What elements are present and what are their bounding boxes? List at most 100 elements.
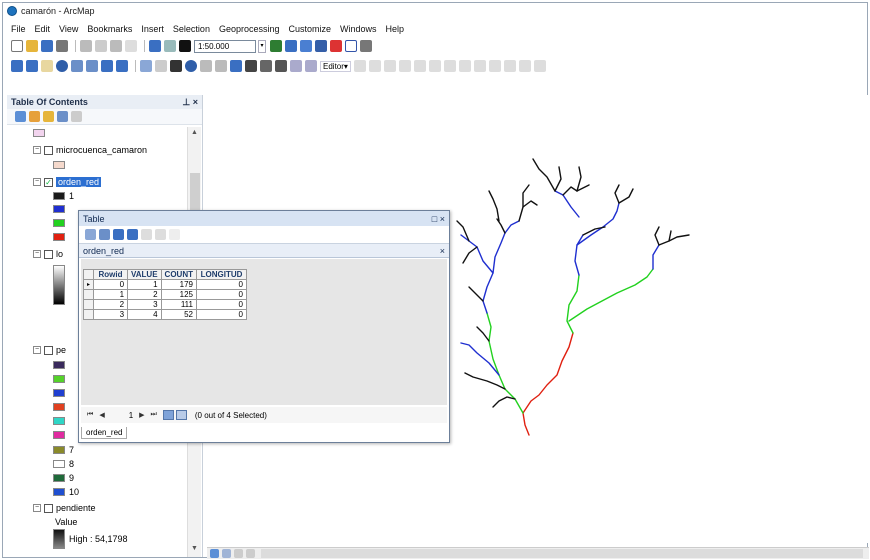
layer-visibility-checkbox[interactable]: ✓ (44, 177, 53, 187)
cell-rowid[interactable]: 0 (93, 279, 129, 290)
row-selector[interactable] (82, 289, 95, 300)
list-by-source-icon[interactable] (29, 111, 40, 122)
zoom-to-selected-icon[interactable] (155, 229, 166, 240)
cell-value[interactable]: 4 (127, 309, 162, 320)
collapse-icon[interactable]: − (33, 504, 41, 512)
table-options-icon[interactable] (85, 229, 96, 240)
cell-longitud[interactable]: 0 (196, 299, 247, 310)
undo-icon[interactable] (149, 40, 161, 52)
last-record-icon[interactable]: ⏭ (151, 411, 157, 419)
new-document-icon[interactable] (11, 40, 23, 52)
layer-orden-red[interactable]: − ✓ orden_red (33, 177, 102, 187)
menu-customize[interactable]: Customize (289, 24, 332, 34)
table-footer-tab[interactable]: orden_red (81, 427, 128, 439)
show-all-records-icon[interactable] (162, 410, 174, 420)
go-to-xy-icon[interactable] (275, 60, 287, 72)
paste-icon[interactable] (110, 40, 122, 52)
collapse-icon[interactable]: − (33, 146, 41, 154)
table-of-contents-icon[interactable] (285, 40, 297, 52)
layer-name[interactable]: pe (56, 345, 66, 355)
clear-selection-icon[interactable] (141, 229, 152, 240)
map-scale-input[interactable]: 1:50.000 (194, 39, 256, 53)
html-popup-icon[interactable] (215, 60, 227, 72)
scroll-up-icon[interactable]: ▲ (191, 129, 198, 136)
straight-segment-icon[interactable] (383, 60, 396, 72)
back-extent-icon[interactable] (101, 60, 113, 72)
menu-geoprocessing[interactable]: Geoprocessing (219, 24, 280, 34)
identify-icon[interactable] (185, 60, 197, 72)
layer-visibility-checkbox[interactable] (44, 249, 53, 259)
column-header-value[interactable]: VALUE (127, 269, 162, 280)
menu-selection[interactable]: Selection (173, 24, 210, 34)
current-record-input[interactable]: 1 (129, 411, 133, 420)
row-selector[interactable] (82, 309, 95, 320)
row-selector[interactable]: ▸ (82, 279, 95, 290)
redo-icon[interactable] (164, 40, 176, 52)
horizontal-scrollbar[interactable] (261, 549, 863, 558)
table-row[interactable]: 2 3 111 0 (82, 299, 247, 310)
menu-view[interactable]: View (59, 24, 78, 34)
table-window-controls[interactable]: □ × (432, 214, 445, 224)
column-header-longitud[interactable]: LONGITUD (196, 269, 247, 280)
cell-value[interactable]: 1 (127, 279, 162, 290)
refresh-icon[interactable] (234, 549, 243, 558)
cell-count[interactable]: 179 (160, 279, 198, 290)
editor-menu[interactable]: Editor▾ (320, 60, 351, 72)
scroll-down-icon[interactable]: ▼ (191, 545, 198, 552)
zoom-in-icon[interactable] (11, 60, 23, 72)
close-tab-icon[interactable]: × (440, 246, 445, 256)
create-features-icon[interactable] (533, 60, 546, 72)
cell-longitud[interactable]: 0 (196, 309, 247, 320)
row-selector[interactable] (82, 299, 95, 310)
table-row[interactable]: 3 4 52 0 (82, 309, 247, 320)
measure-icon[interactable] (230, 60, 242, 72)
cell-count[interactable]: 111 (160, 299, 198, 310)
delete-icon[interactable] (125, 40, 137, 52)
table-row[interactable]: ▸ 0 1 179 0 (82, 279, 247, 290)
find-route-icon[interactable] (260, 60, 272, 72)
time-slider-icon[interactable] (290, 60, 302, 72)
edit-annotation-icon[interactable] (368, 60, 381, 72)
cell-longitud[interactable]: 0 (196, 279, 247, 290)
menu-file[interactable]: File (11, 24, 26, 34)
cell-count[interactable]: 125 (160, 289, 198, 300)
create-viewer-window-icon[interactable] (305, 60, 317, 72)
copy-icon[interactable] (95, 40, 107, 52)
cell-count[interactable]: 52 (160, 309, 198, 320)
layer-visibility-checkbox[interactable] (44, 145, 53, 155)
catalog-icon[interactable] (300, 40, 312, 52)
end-point-arc-icon[interactable] (398, 60, 411, 72)
layer-pe[interactable]: − pe (33, 345, 66, 355)
layout-view-icon[interactable] (222, 549, 231, 558)
pause-drawing-icon[interactable] (246, 549, 255, 558)
menu-help[interactable]: Help (386, 24, 405, 34)
menu-bookmarks[interactable]: Bookmarks (87, 24, 132, 34)
python-window-icon[interactable] (345, 40, 357, 52)
layer-pendiente[interactable]: − pendiente (33, 503, 96, 513)
layer-lo[interactable]: − lo (33, 249, 63, 259)
collapse-icon[interactable]: − (33, 250, 41, 258)
sketch-properties-icon[interactable] (518, 60, 531, 72)
cell-rowid[interactable]: 2 (93, 299, 129, 310)
cell-longitud[interactable]: 0 (196, 289, 247, 300)
full-extent-icon[interactable] (56, 60, 68, 72)
cut-icon[interactable] (80, 40, 92, 52)
layer-microcuenca[interactable]: − microcuenca_camaron (33, 145, 147, 155)
layer-visibility-checkbox[interactable] (44, 503, 53, 513)
layer-visibility-checkbox[interactable] (44, 345, 53, 355)
open-folder-icon[interactable] (26, 40, 38, 52)
select-by-attributes-icon[interactable] (113, 229, 124, 240)
clear-selection-icon[interactable] (155, 60, 167, 72)
rotate-icon[interactable] (488, 60, 501, 72)
cut-polygons-icon[interactable] (458, 60, 471, 72)
cell-value[interactable]: 3 (127, 299, 162, 310)
menu-edit[interactable]: Edit (35, 24, 51, 34)
menu-insert[interactable]: Insert (141, 24, 164, 34)
select-elements-icon[interactable] (170, 60, 182, 72)
first-record-icon[interactable]: ⏮ (87, 411, 93, 419)
fixed-zoom-out-icon[interactable] (86, 60, 98, 72)
trace-icon[interactable] (413, 60, 426, 72)
edit-vertices-icon[interactable] (428, 60, 441, 72)
previous-record-icon[interactable]: ◀ (99, 411, 104, 419)
data-view-icon[interactable] (210, 549, 219, 558)
